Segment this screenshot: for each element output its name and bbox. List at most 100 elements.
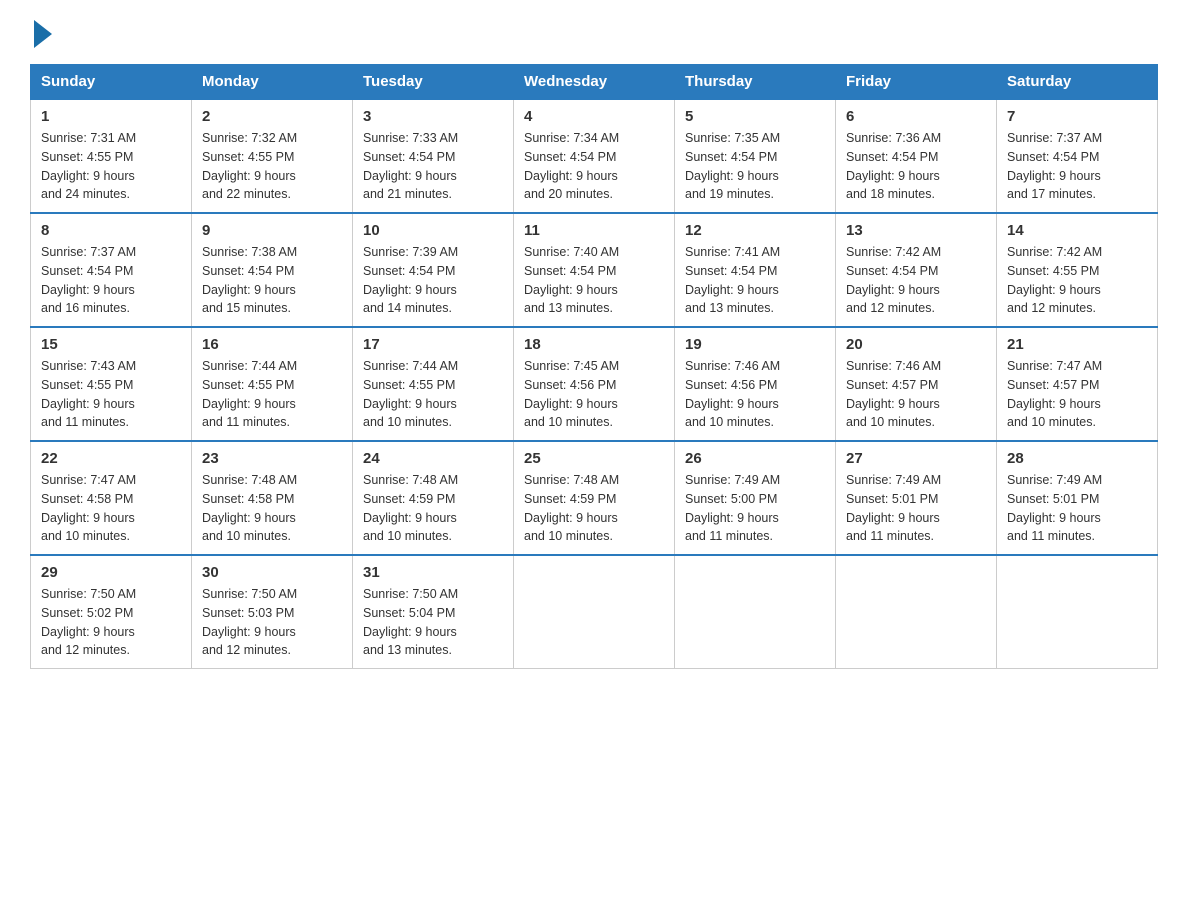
calendar-cell: 13 Sunrise: 7:42 AM Sunset: 4:54 PM Dayl… [836,213,997,327]
day-info: Sunrise: 7:42 AM Sunset: 4:55 PM Dayligh… [1007,243,1147,318]
calendar-cell: 29 Sunrise: 7:50 AM Sunset: 5:02 PM Dayl… [31,555,192,669]
day-number: 18 [524,336,664,353]
day-number: 23 [202,450,342,467]
calendar-week-row: 1 Sunrise: 7:31 AM Sunset: 4:55 PM Dayli… [31,99,1158,213]
col-header-saturday: Saturday [997,65,1158,100]
calendar-cell: 26 Sunrise: 7:49 AM Sunset: 5:00 PM Dayl… [675,441,836,555]
day-number: 7 [1007,108,1147,125]
day-info: Sunrise: 7:35 AM Sunset: 4:54 PM Dayligh… [685,129,825,204]
calendar-cell: 20 Sunrise: 7:46 AM Sunset: 4:57 PM Dayl… [836,327,997,441]
day-info: Sunrise: 7:48 AM Sunset: 4:59 PM Dayligh… [363,471,503,546]
day-info: Sunrise: 7:36 AM Sunset: 4:54 PM Dayligh… [846,129,986,204]
day-number: 26 [685,450,825,467]
day-info: Sunrise: 7:48 AM Sunset: 4:58 PM Dayligh… [202,471,342,546]
day-info: Sunrise: 7:46 AM Sunset: 4:56 PM Dayligh… [685,357,825,432]
calendar-cell: 1 Sunrise: 7:31 AM Sunset: 4:55 PM Dayli… [31,99,192,213]
day-number: 20 [846,336,986,353]
day-info: Sunrise: 7:37 AM Sunset: 4:54 PM Dayligh… [1007,129,1147,204]
day-info: Sunrise: 7:47 AM Sunset: 4:57 PM Dayligh… [1007,357,1147,432]
calendar-cell: 31 Sunrise: 7:50 AM Sunset: 5:04 PM Dayl… [353,555,514,669]
day-info: Sunrise: 7:48 AM Sunset: 4:59 PM Dayligh… [524,471,664,546]
calendar-cell: 9 Sunrise: 7:38 AM Sunset: 4:54 PM Dayli… [192,213,353,327]
day-number: 30 [202,564,342,581]
day-number: 1 [41,108,181,125]
calendar-cell: 28 Sunrise: 7:49 AM Sunset: 5:01 PM Dayl… [997,441,1158,555]
day-number: 17 [363,336,503,353]
calendar-week-row: 8 Sunrise: 7:37 AM Sunset: 4:54 PM Dayli… [31,213,1158,327]
calendar-cell: 16 Sunrise: 7:44 AM Sunset: 4:55 PM Dayl… [192,327,353,441]
day-number: 14 [1007,222,1147,239]
day-number: 10 [363,222,503,239]
day-number: 5 [685,108,825,125]
col-header-thursday: Thursday [675,65,836,100]
calendar-week-row: 22 Sunrise: 7:47 AM Sunset: 4:58 PM Dayl… [31,441,1158,555]
page-header [30,20,1158,44]
calendar-cell: 6 Sunrise: 7:36 AM Sunset: 4:54 PM Dayli… [836,99,997,213]
day-number: 3 [363,108,503,125]
day-number: 12 [685,222,825,239]
day-number: 15 [41,336,181,353]
calendar-cell: 2 Sunrise: 7:32 AM Sunset: 4:55 PM Dayli… [192,99,353,213]
calendar-cell: 23 Sunrise: 7:48 AM Sunset: 4:58 PM Dayl… [192,441,353,555]
day-info: Sunrise: 7:49 AM Sunset: 5:01 PM Dayligh… [1007,471,1147,546]
day-info: Sunrise: 7:49 AM Sunset: 5:00 PM Dayligh… [685,471,825,546]
calendar-cell [675,555,836,669]
logo-general [30,20,52,48]
day-info: Sunrise: 7:31 AM Sunset: 4:55 PM Dayligh… [41,129,181,204]
day-number: 2 [202,108,342,125]
day-info: Sunrise: 7:44 AM Sunset: 4:55 PM Dayligh… [363,357,503,432]
day-number: 9 [202,222,342,239]
day-info: Sunrise: 7:34 AM Sunset: 4:54 PM Dayligh… [524,129,664,204]
day-number: 19 [685,336,825,353]
calendar-cell: 18 Sunrise: 7:45 AM Sunset: 4:56 PM Dayl… [514,327,675,441]
day-number: 8 [41,222,181,239]
day-info: Sunrise: 7:32 AM Sunset: 4:55 PM Dayligh… [202,129,342,204]
calendar-cell [997,555,1158,669]
calendar-cell: 5 Sunrise: 7:35 AM Sunset: 4:54 PM Dayli… [675,99,836,213]
calendar-cell: 11 Sunrise: 7:40 AM Sunset: 4:54 PM Dayl… [514,213,675,327]
day-number: 4 [524,108,664,125]
calendar-cell: 22 Sunrise: 7:47 AM Sunset: 4:58 PM Dayl… [31,441,192,555]
day-info: Sunrise: 7:39 AM Sunset: 4:54 PM Dayligh… [363,243,503,318]
col-header-wednesday: Wednesday [514,65,675,100]
day-info: Sunrise: 7:43 AM Sunset: 4:55 PM Dayligh… [41,357,181,432]
col-header-friday: Friday [836,65,997,100]
calendar-header-row: SundayMondayTuesdayWednesdayThursdayFrid… [31,65,1158,100]
day-number: 25 [524,450,664,467]
day-number: 31 [363,564,503,581]
logo [30,20,52,44]
calendar-table: SundayMondayTuesdayWednesdayThursdayFrid… [30,64,1158,669]
calendar-cell: 3 Sunrise: 7:33 AM Sunset: 4:54 PM Dayli… [353,99,514,213]
day-info: Sunrise: 7:45 AM Sunset: 4:56 PM Dayligh… [524,357,664,432]
day-info: Sunrise: 7:37 AM Sunset: 4:54 PM Dayligh… [41,243,181,318]
day-number: 28 [1007,450,1147,467]
col-header-tuesday: Tuesday [353,65,514,100]
calendar-cell [836,555,997,669]
day-number: 6 [846,108,986,125]
calendar-cell: 19 Sunrise: 7:46 AM Sunset: 4:56 PM Dayl… [675,327,836,441]
day-info: Sunrise: 7:38 AM Sunset: 4:54 PM Dayligh… [202,243,342,318]
day-info: Sunrise: 7:33 AM Sunset: 4:54 PM Dayligh… [363,129,503,204]
calendar-cell: 4 Sunrise: 7:34 AM Sunset: 4:54 PM Dayli… [514,99,675,213]
calendar-cell: 8 Sunrise: 7:37 AM Sunset: 4:54 PM Dayli… [31,213,192,327]
day-number: 16 [202,336,342,353]
day-number: 29 [41,564,181,581]
day-info: Sunrise: 7:42 AM Sunset: 4:54 PM Dayligh… [846,243,986,318]
day-info: Sunrise: 7:50 AM Sunset: 5:02 PM Dayligh… [41,585,181,660]
col-header-sunday: Sunday [31,65,192,100]
calendar-cell [514,555,675,669]
col-header-monday: Monday [192,65,353,100]
calendar-cell: 14 Sunrise: 7:42 AM Sunset: 4:55 PM Dayl… [997,213,1158,327]
calendar-cell: 12 Sunrise: 7:41 AM Sunset: 4:54 PM Dayl… [675,213,836,327]
day-info: Sunrise: 7:41 AM Sunset: 4:54 PM Dayligh… [685,243,825,318]
day-number: 22 [41,450,181,467]
logo-arrow-icon [34,20,52,48]
day-number: 13 [846,222,986,239]
calendar-cell: 30 Sunrise: 7:50 AM Sunset: 5:03 PM Dayl… [192,555,353,669]
calendar-week-row: 29 Sunrise: 7:50 AM Sunset: 5:02 PM Dayl… [31,555,1158,669]
day-info: Sunrise: 7:50 AM Sunset: 5:04 PM Dayligh… [363,585,503,660]
day-info: Sunrise: 7:46 AM Sunset: 4:57 PM Dayligh… [846,357,986,432]
calendar-cell: 21 Sunrise: 7:47 AM Sunset: 4:57 PM Dayl… [997,327,1158,441]
calendar-cell: 15 Sunrise: 7:43 AM Sunset: 4:55 PM Dayl… [31,327,192,441]
calendar-cell: 27 Sunrise: 7:49 AM Sunset: 5:01 PM Dayl… [836,441,997,555]
